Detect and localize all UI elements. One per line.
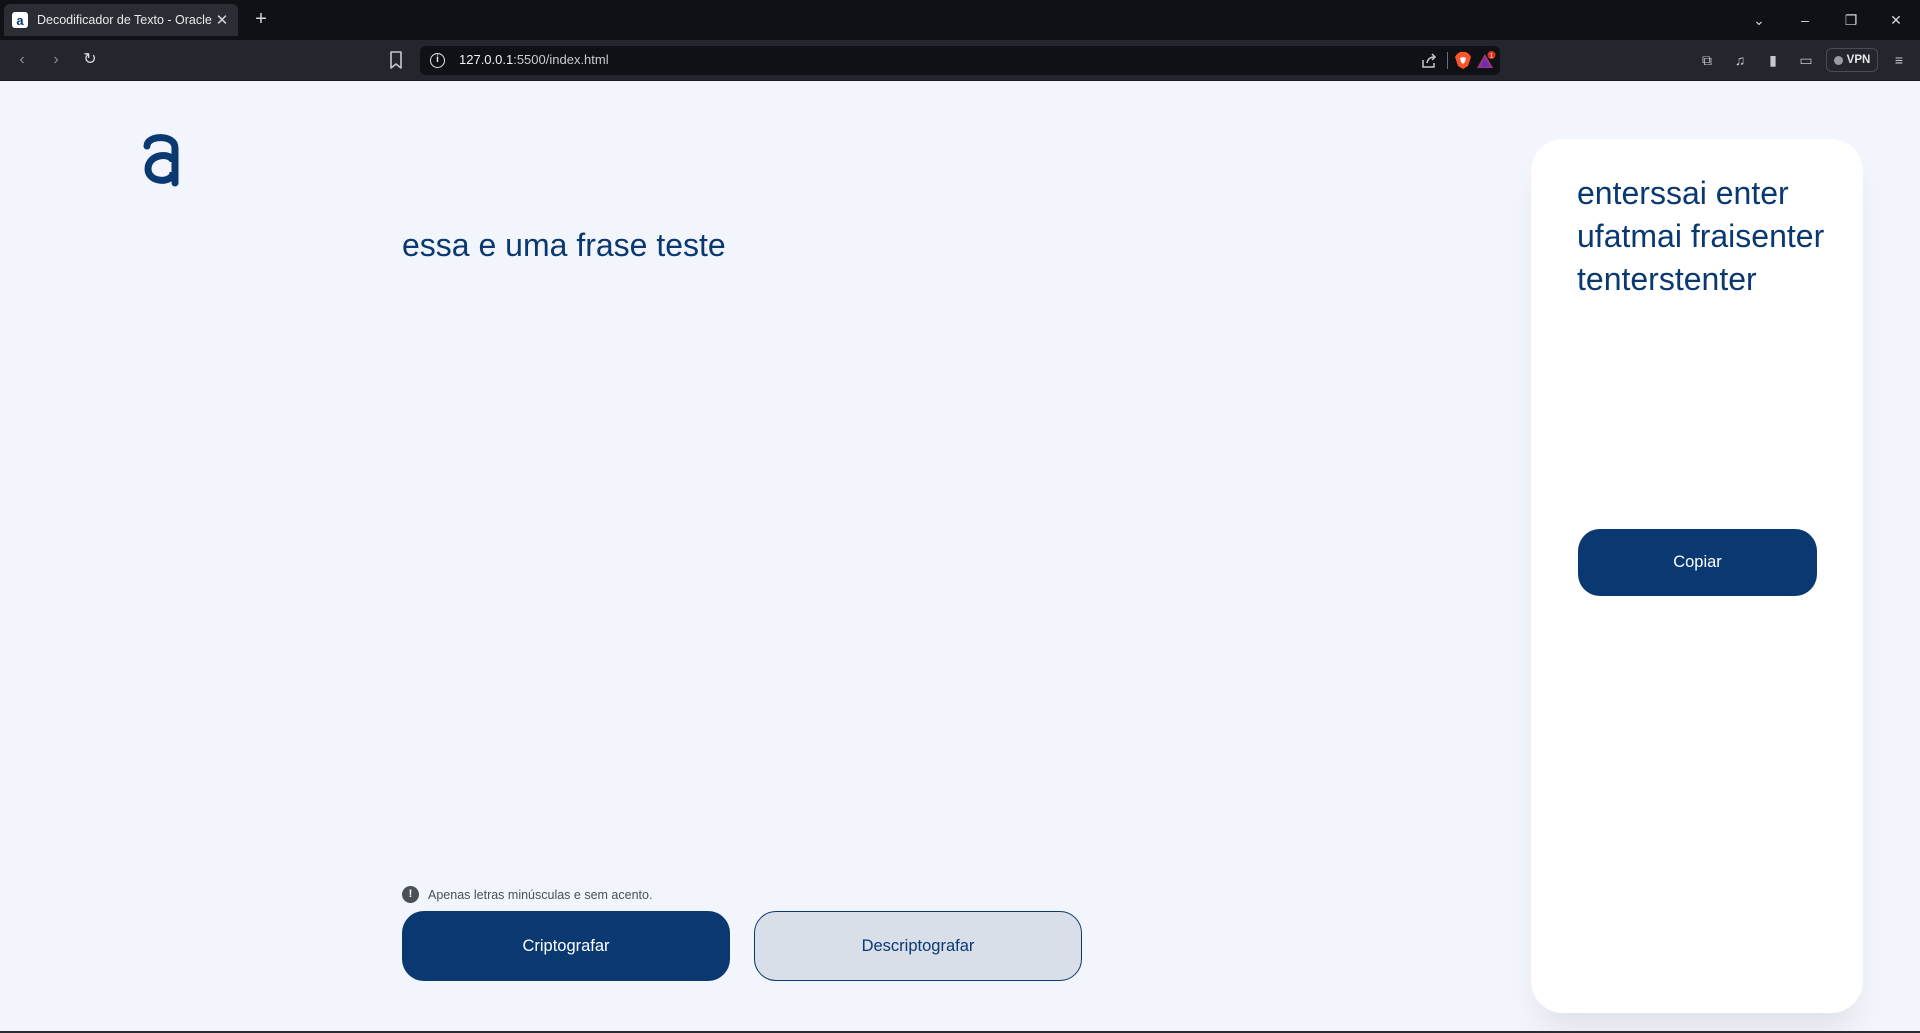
vpn-label: VPN bbox=[1846, 54, 1871, 66]
new-tab-button[interactable]: + bbox=[250, 8, 272, 30]
share-icon[interactable] bbox=[1420, 52, 1438, 70]
encrypt-button[interactable]: Criptografar bbox=[402, 911, 730, 981]
address-bar[interactable]: i 127.0.0.1:5500/index.html 1 bbox=[420, 46, 1500, 75]
minimize-icon[interactable]: – bbox=[1793, 8, 1817, 32]
sidebar-icon[interactable]: ▮ bbox=[1764, 51, 1782, 69]
alura-logo-icon bbox=[143, 134, 179, 187]
browser-tab[interactable]: a Decodificador de Texto - Oracle ✕ bbox=[4, 4, 238, 36]
restore-icon[interactable]: ❐ bbox=[1839, 8, 1863, 32]
copy-button[interactable]: Copiar bbox=[1578, 529, 1817, 596]
hint-text: Apenas letras minúsculas e sem acento. bbox=[428, 887, 653, 902]
vpn-status-icon bbox=[1833, 55, 1843, 65]
reload-icon[interactable]: ↻ bbox=[78, 48, 102, 72]
page-body: essa e uma frase teste ! Apenas letras m… bbox=[0, 81, 1920, 1033]
menu-icon[interactable]: ≡ bbox=[1890, 51, 1908, 69]
site-info-icon[interactable]: i bbox=[430, 53, 445, 68]
url-text[interactable]: 127.0.0.1:5500/index.html bbox=[459, 52, 609, 67]
decrypt-button[interactable]: Descriptografar bbox=[754, 911, 1082, 981]
extensions-icon[interactable]: ⧉ bbox=[1698, 51, 1716, 69]
output-panel: enterssai enter ufatmai fraisenter tente… bbox=[1531, 139, 1863, 1013]
tab-title: Decodificador de Texto - Oracle bbox=[37, 13, 212, 27]
text-input-area[interactable]: essa e uma frase teste bbox=[402, 227, 726, 264]
input-hint: ! Apenas letras minúsculas e sem acento. bbox=[402, 886, 652, 903]
tab-search-chevron-icon[interactable]: ⌄ bbox=[1747, 8, 1771, 32]
forward-arrow-icon[interactable]: › bbox=[44, 48, 68, 72]
media-icon[interactable]: ♫ bbox=[1731, 51, 1749, 69]
browser-tab-bar: a Decodificador de Texto - Oracle ✕ + ⌄ … bbox=[0, 0, 1920, 40]
url-host: 127.0.0.1 bbox=[459, 52, 514, 67]
alura-favicon-icon: a bbox=[12, 12, 28, 28]
brave-shields-icon[interactable] bbox=[1454, 51, 1472, 70]
back-arrow-icon[interactable]: ‹ bbox=[10, 48, 34, 72]
brave-rewards-icon[interactable]: 1 bbox=[1476, 51, 1496, 70]
warning-icon: ! bbox=[402, 886, 419, 903]
close-window-icon[interactable]: ✕ bbox=[1884, 8, 1908, 32]
rewards-badge-count: 1 bbox=[1490, 52, 1494, 59]
wallet-icon[interactable]: ▭ bbox=[1797, 51, 1815, 69]
bookmark-icon[interactable] bbox=[388, 50, 404, 70]
vpn-button[interactable]: VPN bbox=[1826, 48, 1878, 72]
close-tab-icon[interactable]: ✕ bbox=[214, 11, 230, 29]
output-text: enterssai enter ufatmai fraisenter tente… bbox=[1577, 175, 1825, 297]
url-path: :5500/index.html bbox=[513, 52, 609, 67]
url-separator bbox=[1447, 52, 1448, 69]
